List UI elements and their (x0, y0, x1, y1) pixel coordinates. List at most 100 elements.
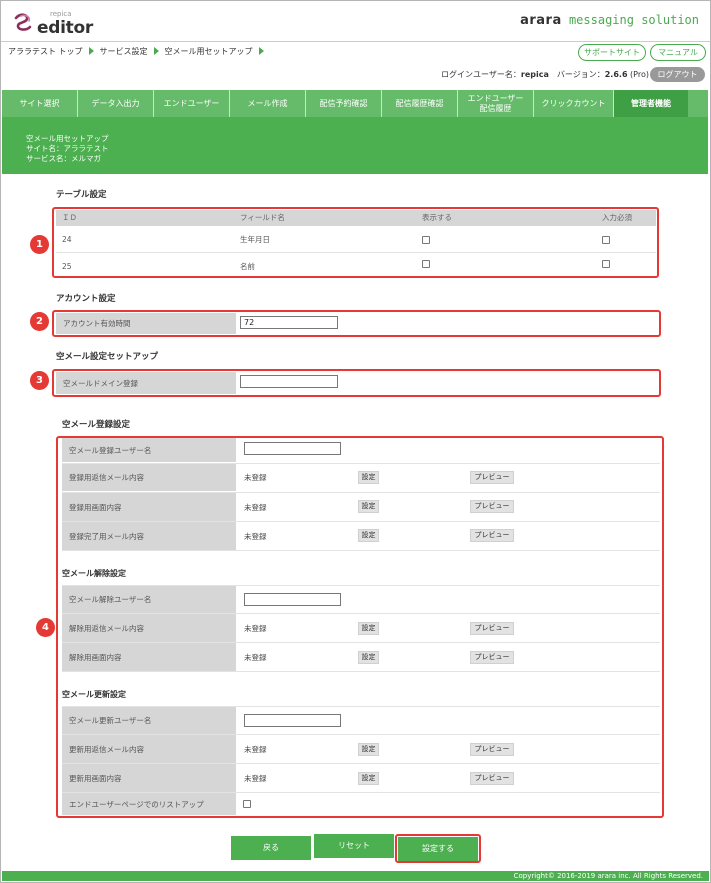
col-field-name: フィールド名 (240, 213, 285, 222)
update-reply-mail-label: 更新用返信メール内容 (62, 735, 236, 763)
tab-end-user[interactable]: エンドユーザー (154, 90, 230, 117)
logo-big-text: editor (37, 18, 93, 38)
required-checkbox[interactable] (602, 236, 610, 244)
login-user-prefix: ログインユーザー名： (441, 70, 521, 79)
tab-data-io[interactable]: データ入出力 (78, 90, 154, 117)
main-nav: サイト選択 データ入出力 エンドユーザー メール作成 配信予約確認 配信履歴確認… (2, 90, 708, 117)
version-suffix: (Pro) (627, 70, 649, 79)
breadcrumb-arrow-icon (258, 47, 264, 55)
tab-delivery-history[interactable]: 配信履歴確認 (382, 90, 458, 117)
col-id: ＩＤ (62, 213, 77, 222)
tab-end-user-history-line2: 配信履歴 (479, 103, 512, 113)
required-checkbox[interactable] (602, 260, 610, 268)
cancel-screen-label: 解除用画面内容 (62, 643, 236, 671)
cancel-settings-title: 空メール解除設定 (62, 569, 126, 578)
cancel-screen-preview-button[interactable]: プレビュー (470, 651, 514, 664)
back-button[interactable]: 戻る (231, 836, 311, 860)
register-complete-mail-preview-button[interactable]: プレビュー (470, 529, 514, 542)
brand-tagline: messaging solution (561, 13, 699, 27)
version-number: 2.6.6 (604, 70, 628, 79)
banner-service-name: サービス名：メルマガ (26, 154, 101, 163)
domain-registration-input[interactable] (240, 375, 338, 388)
nav-filler (688, 90, 708, 117)
register-reply-mail-set-button[interactable]: 設定 (358, 471, 379, 484)
row-field-name: 名前 (240, 262, 255, 271)
update-user-input[interactable] (244, 714, 341, 727)
update-screen-set-button[interactable]: 設定 (358, 772, 379, 785)
update-user-label: 空メール更新ユーザー名 (62, 707, 236, 734)
logo-icon (14, 13, 32, 31)
badge-4: 4 (36, 618, 55, 637)
end-user-listup-label: エンドユーザーページでのリストアップ (62, 793, 236, 815)
row-field-name: 生年月日 (240, 235, 270, 244)
banner-page-title: 空メール用セットアップ (26, 134, 109, 143)
tab-delivery-reserve[interactable]: 配信予約確認 (306, 90, 382, 117)
show-checkbox[interactable] (422, 260, 430, 268)
tab-mail-create[interactable]: メール作成 (230, 90, 306, 117)
update-reply-mail-set-button[interactable]: 設定 (358, 743, 379, 756)
end-user-listup-checkbox[interactable] (243, 800, 251, 808)
cancel-reply-mail-label: 解除用返信メール内容 (62, 614, 236, 642)
register-screen-set-button[interactable]: 設定 (358, 500, 379, 513)
cancel-reply-mail-set-button[interactable]: 設定 (358, 622, 379, 635)
manual-button[interactable]: マニュアル (650, 44, 706, 61)
register-complete-mail-status: 未登録 (244, 532, 267, 541)
update-reply-mail-preview-button[interactable]: プレビュー (470, 743, 514, 756)
col-show: 表示する (422, 213, 452, 222)
register-reply-mail-status: 未登録 (244, 473, 267, 482)
cancel-reply-mail-status: 未登録 (244, 624, 267, 633)
brand-name: arara (520, 13, 562, 28)
repica-editor-logo[interactable]: repica editor (12, 9, 102, 38)
table-row: 25 名前 (56, 253, 656, 280)
badge-3: 3 (30, 371, 49, 390)
login-user-name: repica (520, 70, 549, 79)
update-screen-status: 未登録 (244, 774, 267, 783)
update-screen-preview-button[interactable]: プレビュー (470, 772, 514, 785)
submit-button[interactable]: 設定する (398, 837, 478, 861)
breadcrumb: アララテスト トップ サービス設定 空メール用セットアップ (8, 46, 270, 57)
update-settings-title: 空メール更新設定 (62, 690, 126, 699)
show-checkbox[interactable] (422, 236, 430, 244)
header-divider (1, 41, 710, 42)
domain-registration-label: 空メールドメイン登録 (56, 372, 236, 394)
banner-site-name: サイト名：アララテスト (26, 144, 109, 153)
table-row: 24 生年月日 (56, 226, 656, 253)
breadcrumb-current: 空メール用セットアップ (164, 47, 253, 56)
reset-button[interactable]: リセット (314, 834, 394, 858)
breadcrumb-top[interactable]: アララテスト トップ (8, 47, 83, 56)
cancel-user-input[interactable] (244, 593, 341, 606)
tab-end-user-history-line1: エンドユーザー (467, 93, 524, 103)
breadcrumb-arrow-icon (153, 47, 159, 55)
register-user-label: 空メール登録ユーザー名 (62, 438, 236, 462)
logo-small-text: repica (50, 10, 72, 18)
tab-site-select[interactable]: サイト選択 (2, 90, 78, 117)
register-complete-mail-set-button[interactable]: 設定 (358, 529, 379, 542)
footer-copyright: Copyright© 2016-2019 arara inc. All Righ… (2, 871, 709, 881)
badge-2: 2 (30, 312, 49, 331)
badge-1: 1 (30, 235, 49, 254)
account-settings-title: アカウント設定 (56, 294, 116, 304)
cancel-screen-set-button[interactable]: 設定 (358, 651, 379, 664)
support-site-button[interactable]: サポートサイト (578, 44, 646, 61)
table-header: ＩＤ フィールド名 表示する 入力必須 (56, 210, 656, 226)
register-screen-preview-button[interactable]: プレビュー (470, 500, 514, 513)
brand-logo: arara messaging solution (520, 13, 699, 28)
register-screen-label: 登録用画面内容 (62, 493, 236, 521)
tab-admin[interactable]: 管理者機能 (614, 90, 688, 117)
table-settings-title: テーブル設定 (56, 190, 107, 200)
register-screen-status: 未登録 (244, 503, 267, 512)
tab-end-user-history[interactable]: エンドユーザー 配信履歴 (458, 90, 534, 117)
row-divider (62, 550, 660, 551)
register-user-input[interactable] (244, 442, 341, 455)
page-info-banner: 空メール用セットアップ サイト名：アララテスト サービス名：メルマガ (2, 117, 708, 174)
account-validity-input[interactable]: 72 (240, 316, 338, 329)
register-reply-mail-preview-button[interactable]: プレビュー (470, 471, 514, 484)
logout-button[interactable]: ログアウト (650, 67, 705, 82)
cancel-reply-mail-preview-button[interactable]: プレビュー (470, 622, 514, 635)
login-info: ログインユーザー名：repica バージョン：2.6.6 (Pro) (441, 69, 649, 80)
breadcrumb-service[interactable]: サービス設定 (100, 47, 148, 56)
tab-click-count[interactable]: クリックカウント (534, 90, 614, 117)
row-id: 24 (62, 235, 72, 244)
cancel-screen-status: 未登録 (244, 653, 267, 662)
cancel-user-label: 空メール解除ユーザー名 (62, 586, 236, 613)
